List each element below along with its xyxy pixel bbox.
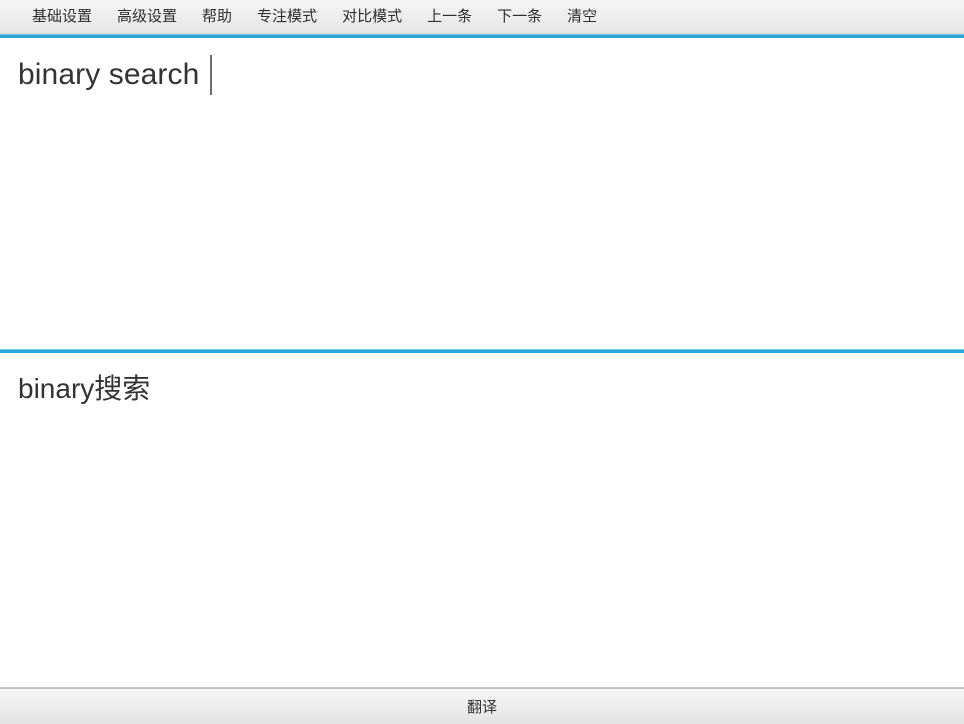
translator-window: 基础设置 高级设置 帮助 专注模式 对比模式 上一条 下一条 清空 binary… [0,0,964,724]
text-caret [210,55,212,95]
menu-item-help[interactable]: 帮助 [192,5,242,29]
translation-output-area[interactable]: binary搜索 [0,353,964,687]
bottom-action-bar: 翻译 [0,687,964,724]
menu-item-advanced-settings[interactable]: 高级设置 [107,5,187,29]
menu-bar: 基础设置 高级设置 帮助 专注模式 对比模式 上一条 下一条 清空 [0,0,964,34]
source-text-area[interactable]: binary search [0,38,964,349]
menu-item-clear[interactable]: 清空 [557,5,607,29]
menu-item-previous[interactable]: 上一条 [417,5,482,29]
menu-item-compare-mode[interactable]: 对比模式 [332,5,412,29]
translate-button[interactable]: 翻译 [0,688,964,724]
menu-item-focus-mode[interactable]: 专注模式 [247,5,327,29]
source-text-line: binary search [18,53,946,97]
menu-item-next[interactable]: 下一条 [487,5,552,29]
source-text-value: binary search [18,53,208,97]
menu-item-basic-settings[interactable]: 基础设置 [22,5,102,29]
translation-output-value: binary搜索 [18,369,946,409]
